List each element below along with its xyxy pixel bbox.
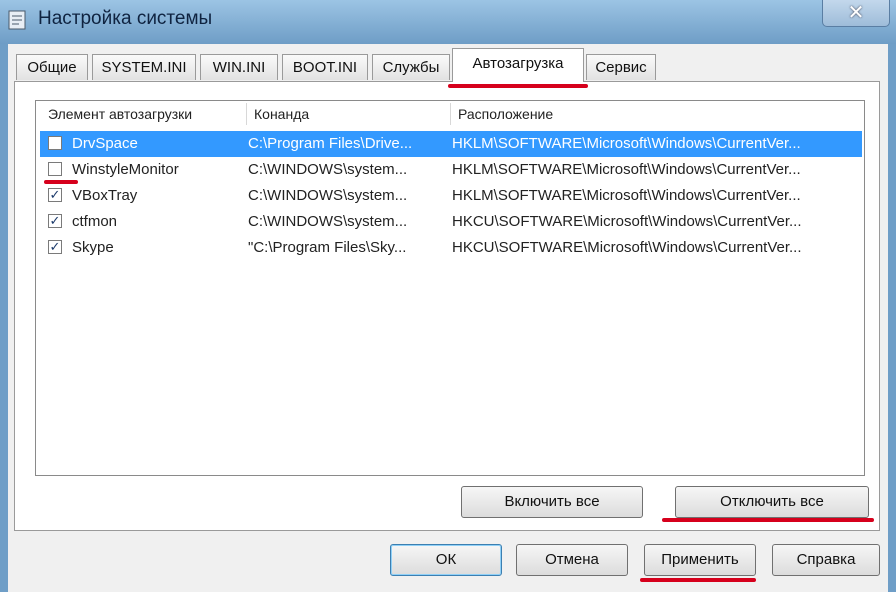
startup-item-name: WinstyleMonitor [72, 161, 179, 178]
close-button[interactable]: ✕ [822, 0, 890, 27]
annotation-underline-startup-tab [448, 84, 588, 88]
tab-startup[interactable]: Автозагрузка [452, 48, 584, 82]
cancel-button[interactable]: Отмена [516, 544, 628, 576]
column-divider[interactable] [450, 103, 451, 125]
startup-item-command: C:\WINDOWS\system... [248, 161, 408, 178]
startup-panel: Элемент автозагрузки Конанда Расположени… [14, 81, 880, 531]
startup-row-ctfmon[interactable]: ✓ ctfmon C:\WINDOWS\system... HKCU\SOFTW… [40, 209, 862, 235]
startup-row-skype[interactable]: ✓ Skype "C:\Program Files\Sky... HKCU\SO… [40, 235, 862, 261]
column-header-command[interactable]: Конанда [248, 101, 450, 127]
tab-boot-ini[interactable]: BOOT.INI [282, 54, 368, 80]
startup-checkbox[interactable] [48, 162, 62, 176]
startup-item-command: "C:\Program Files\Sky... [248, 239, 407, 256]
title-bar[interactable]: Настройка системы ✕ [0, 0, 896, 44]
column-header-location[interactable]: Расположение [452, 101, 862, 127]
startup-item-command: C:\WINDOWS\system... [248, 187, 408, 204]
startup-item-location: HKLM\SOFTWARE\Microsoft\Windows\CurrentV… [452, 161, 801, 178]
startup-item-name: ctfmon [72, 213, 118, 230]
startup-row-vboxtray[interactable]: ✓ VBoxTray C:\WINDOWS\system... HKLM\SOF… [40, 183, 862, 209]
tab-strip: Общие SYSTEM.INI WIN.INI BOOT.INI Службы… [8, 44, 888, 84]
startup-checkbox[interactable] [48, 136, 62, 150]
startup-item-command: C:\Program Files\Drive... [248, 135, 413, 152]
startup-item-location: HKLM\SOFTWARE\Microsoft\Windows\CurrentV… [452, 187, 801, 204]
startup-item-location: HKLM\SOFTWARE\Microsoft\Windows\CurrentV… [452, 135, 801, 152]
enable-all-button[interactable]: Включить все [461, 486, 643, 518]
startup-row-winstylemonitor[interactable]: WinstyleMonitor C:\WINDOWS\system... HKL… [40, 157, 862, 183]
tab-tools[interactable]: Сервис [586, 54, 656, 80]
startup-item-name: DrvSpace [72, 135, 138, 152]
startup-item-location: HKCU\SOFTWARE\Microsoft\Windows\CurrentV… [452, 239, 802, 256]
startup-item-name: VBoxTray [72, 187, 138, 204]
help-button[interactable]: Справка [772, 544, 880, 576]
checkmark-icon[interactable]: ✓ [48, 188, 62, 202]
apply-button[interactable]: Применить [644, 544, 756, 576]
close-icon: ✕ [847, 0, 865, 24]
annotation-underline-apply [640, 578, 756, 582]
settings-window-icon [8, 10, 26, 30]
startup-item-location: HKCU\SOFTWARE\Microsoft\Windows\CurrentV… [452, 213, 802, 230]
annotation-underline-disable-all [662, 518, 874, 522]
dialog-body: Общие SYSTEM.INI WIN.INI BOOT.INI Службы… [8, 44, 888, 592]
column-header-item[interactable]: Элемент автозагрузки [42, 101, 246, 127]
window: Настройка системы ✕ Общие SYSTEM.INI WIN… [0, 0, 896, 592]
startup-item-command: C:\WINDOWS\system... [248, 213, 408, 230]
column-divider[interactable] [246, 103, 247, 125]
tab-win-ini[interactable]: WIN.INI [200, 54, 278, 80]
startup-list[interactable]: Элемент автозагрузки Конанда Расположени… [35, 100, 865, 476]
annotation-underline-checkbox [44, 180, 78, 184]
checkmark-icon[interactable]: ✓ [48, 214, 62, 228]
window-title: Настройка системы [38, 8, 213, 29]
tab-system-ini[interactable]: SYSTEM.INI [92, 54, 196, 80]
ok-button[interactable]: ОК [390, 544, 502, 576]
tab-general[interactable]: Общие [16, 54, 88, 80]
startup-row-drvspace[interactable]: DrvSpace C:\Program Files\Drive... HKLM\… [40, 131, 862, 157]
startup-item-name: Skype [72, 239, 114, 256]
tab-services[interactable]: Службы [372, 54, 450, 80]
checkmark-icon[interactable]: ✓ [48, 240, 62, 254]
disable-all-button[interactable]: Отключить все [675, 486, 869, 518]
